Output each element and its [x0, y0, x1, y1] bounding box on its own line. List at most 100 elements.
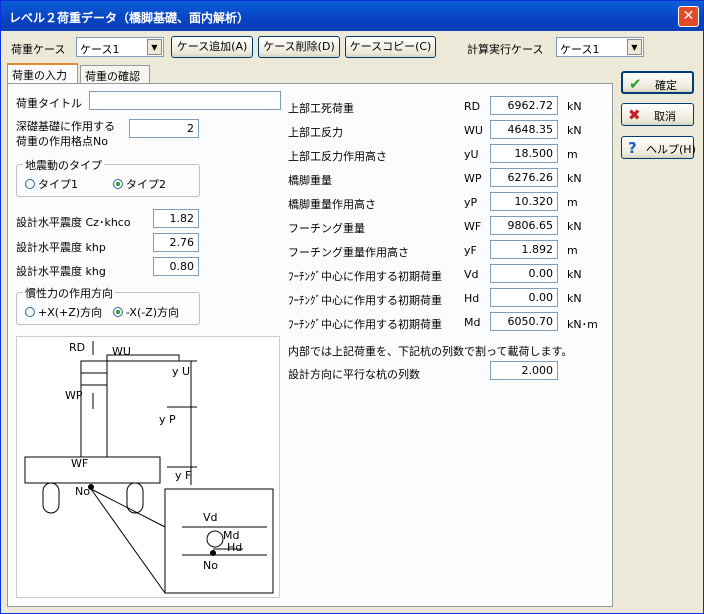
radio-on-icon [113, 179, 123, 189]
chevron-down-icon[interactable]: ▼ [627, 39, 642, 55]
diagram-vd: Vd [203, 511, 218, 524]
point-label-line1: 深礎基礎に作用する [16, 120, 115, 133]
dir-plus-radio[interactable]: +X(+Z)方向 [25, 304, 102, 320]
piles-label: 設計方向に平行な杭の列数 [288, 368, 420, 381]
window-title: レベル２荷重データ（橋脚基礎、面内解析） [9, 11, 250, 25]
row-unit: m [567, 148, 578, 161]
diagram-yf: y F [175, 469, 192, 482]
piles-input[interactable]: 2.000 [490, 361, 558, 380]
diagram-wf: WF [71, 457, 89, 470]
row-unit: kN [567, 292, 582, 305]
point-no-input[interactable]: 2 [129, 119, 199, 138]
help-button[interactable]: ? ヘルプ(H) [621, 136, 696, 159]
cross-icon: ✖ [628, 106, 641, 124]
tab-panel: 荷重タイトル 深礎基礎に作用する 荷重の作用格点No 2 地震動のタイプ タイプ… [7, 83, 613, 607]
row-value-input[interactable]: 10.320 [490, 192, 558, 211]
radio-on-icon [113, 307, 123, 317]
row-label: 上部工反力作用高さ [288, 150, 387, 163]
question-icon: ? [628, 139, 637, 157]
k2-input[interactable]: 2.76 [153, 233, 199, 252]
row-label: フーチング重量作用高さ [288, 246, 409, 259]
row-unit: kN･m [567, 318, 598, 331]
load-title-input[interactable] [89, 91, 281, 110]
dialog-window: レベル２荷重データ（橋脚基礎、面内解析） ✕ 荷重ケース ケース1 ▼ ケース追… [0, 0, 704, 614]
dir-plus-label: +X(+Z)方向 [38, 306, 103, 319]
delete-case-button[interactable]: ケース削除(D) [258, 36, 340, 58]
diagram-rd: RD [69, 341, 86, 354]
dir-minus-label: -X(-Z)方向 [126, 306, 180, 319]
type2-label: タイプ2 [126, 178, 166, 191]
row-label: 橋脚重量 [288, 174, 332, 187]
diagram-no: No [75, 485, 90, 498]
direction-group: 慣性力の作用方向 +X(+Z)方向 -X(-Z)方向 [16, 285, 200, 325]
help-label: ヘルプ(H) [646, 143, 696, 156]
copy-case-button[interactable]: ケースコピー(C) [345, 36, 436, 58]
quake-type-group: 地震動のタイプ タイプ1 タイプ2 [16, 157, 200, 197]
diagram-wu: WU [112, 345, 131, 358]
type1-label: タイプ1 [38, 178, 78, 191]
radio-off-icon [25, 307, 35, 317]
calc-case-select[interactable]: ケース1 ▼ [556, 37, 644, 57]
case-label: 荷重ケース [11, 43, 66, 56]
k1-input[interactable]: 1.82 [153, 209, 199, 228]
check-icon: ✔ [629, 75, 642, 93]
row-symbol: WP [464, 172, 482, 185]
row-symbol: Hd [464, 292, 480, 305]
diagram-yu: y U [172, 365, 191, 378]
row-unit: kN [567, 220, 582, 233]
row-symbol: Vd [464, 268, 479, 281]
row-label: ﾌｰﾁﾝｸﾞ中心に作用する初期荷重 [288, 318, 442, 331]
row-unit: kN [567, 100, 582, 113]
row-unit: m [567, 244, 578, 257]
pier-diagram-svg [24, 341, 274, 594]
calc-case-label: 計算実行ケース [467, 43, 544, 56]
row-symbol: yF [464, 244, 477, 257]
ok-button[interactable]: ✔ 確定 [621, 71, 694, 94]
k2-label: 設計水平震度 khp [16, 241, 106, 254]
row-label: 橋脚重量作用高さ [288, 198, 376, 211]
row-value-input[interactable]: 4648.35 [490, 120, 558, 139]
type1-radio[interactable]: タイプ1 [25, 176, 78, 192]
row-label: フーチング重量 [288, 222, 365, 235]
point-label-line2: 荷重の作用格点No [16, 135, 108, 148]
diagram-no2: No [203, 559, 218, 572]
tab-load-input[interactable]: 荷重の入力 [7, 63, 78, 84]
row-symbol: yP [464, 196, 478, 209]
row-unit: kN [567, 124, 582, 137]
cancel-label: 取消 [654, 110, 676, 123]
row-label: ﾌｰﾁﾝｸﾞ中心に作用する初期荷重 [288, 270, 442, 283]
row-value-input[interactable]: 1.892 [490, 240, 558, 259]
case-select[interactable]: ケース1 ▼ [76, 37, 164, 57]
row-unit: kN [567, 172, 582, 185]
quake-type-group-title: 地震動のタイプ [23, 157, 104, 173]
node-point [210, 550, 216, 556]
diagram-yp: y P [159, 413, 176, 426]
dir-minus-radio[interactable]: -X(-Z)方向 [113, 304, 179, 320]
row-value-input[interactable]: 18.500 [490, 144, 558, 163]
row-value-input[interactable]: 0.00 [490, 264, 558, 283]
row-value-input[interactable]: 6050.70 [490, 312, 558, 331]
close-icon[interactable]: ✕ [678, 6, 699, 27]
load-title-label: 荷重タイトル [16, 97, 82, 110]
row-label: 上部工死荷重 [288, 102, 354, 115]
row-symbol: yU [464, 148, 479, 161]
row-value-input[interactable]: 6276.26 [490, 168, 558, 187]
radio-off-icon [25, 179, 35, 189]
row-label: 上部工反力 [288, 126, 343, 139]
chevron-down-icon[interactable]: ▼ [147, 39, 162, 55]
row-value-input[interactable]: 9806.65 [490, 216, 558, 235]
type2-radio[interactable]: タイプ2 [113, 176, 166, 192]
row-unit: kN [567, 268, 582, 281]
add-case-button[interactable]: ケース追加(A) [171, 36, 253, 58]
title-bar: レベル２荷重データ（橋脚基礎、面内解析） ✕ [1, 1, 703, 31]
pier-diagram: RD WU WP y U y P WF y F No Vd Md Hd No [16, 336, 280, 598]
k1-label: 設計水平震度 Cz･khco [16, 216, 131, 229]
direction-group-title: 慣性力の作用方向 [23, 285, 115, 301]
row-symbol: WU [464, 124, 483, 137]
row-value-input[interactable]: 0.00 [490, 288, 558, 307]
k3-input[interactable]: 0.80 [153, 257, 199, 276]
row-value-input[interactable]: 6962.72 [490, 96, 558, 115]
cancel-button[interactable]: ✖ 取消 [621, 103, 694, 126]
tab-load-check[interactable]: 荷重の確認 [80, 65, 150, 85]
case-select-value: ケース1 [80, 43, 120, 56]
